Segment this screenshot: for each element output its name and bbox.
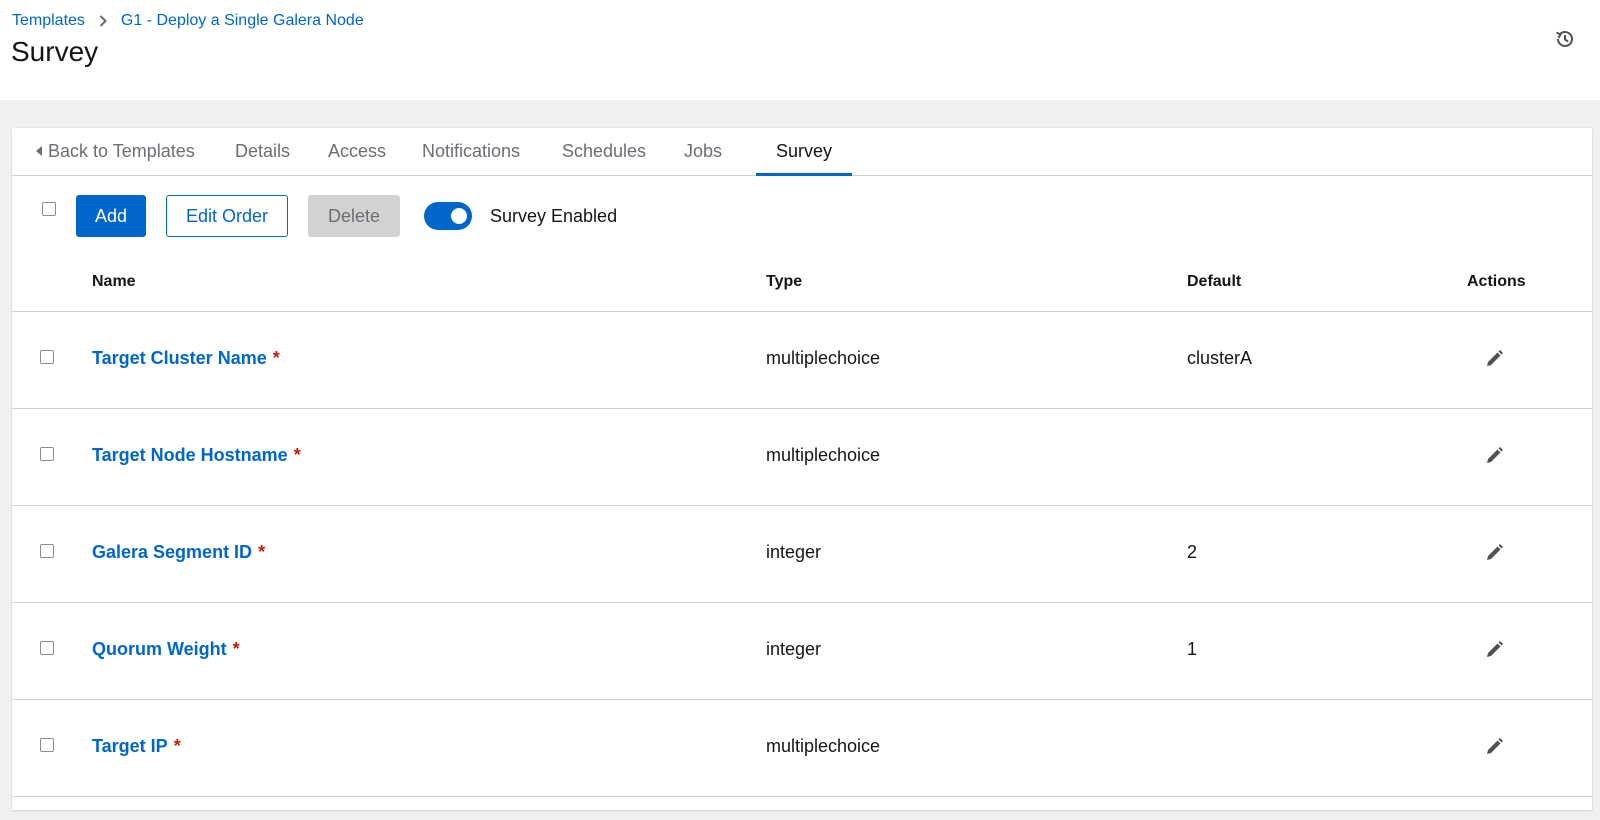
tab-bar: Back to Templates Details Access Notific… [12,128,1592,176]
add-button[interactable]: Add [76,195,146,237]
table-row: Quorum Weight * integer 1 [12,603,1592,700]
toolbar: Add Edit Order Delete Survey Enabled [12,176,1592,256]
required-asterisk: * [293,445,301,465]
tab-label: Back to Templates [48,141,195,161]
chevron-right-icon [99,15,107,27]
tab-back-to-templates[interactable]: Back to Templates [36,128,195,176]
table-header: Name Type Default Actions [12,256,1592,312]
delete-button[interactable]: Delete [308,195,400,237]
required-asterisk: * [258,542,266,562]
breadcrumb: Templates G1 - Deploy a Single Galera No… [12,12,364,30]
tab-details[interactable]: Details [235,128,290,176]
table-row: Target Cluster Name * multiplechoice clus… [12,312,1592,409]
question-name-link[interactable]: Galera Segment ID * [92,542,265,563]
pencil-edit-icon[interactable] [1484,446,1504,466]
required-asterisk: * [232,639,240,659]
edit-order-button[interactable]: Edit Order [166,195,288,237]
question-type: multiplechoice [766,736,881,756]
question-name-link[interactable]: Quorum Weight * [92,639,240,660]
toggle-knob [451,208,467,224]
tab-notifications[interactable]: Notifications [422,128,520,176]
table-row: Galera Segment ID * integer 2 [12,506,1592,603]
pencil-edit-icon[interactable] [1484,640,1504,660]
required-asterisk: * [272,348,280,368]
question-type: integer [766,542,822,562]
column-header-name[interactable]: Name [92,273,136,291]
breadcrumb-templates-link[interactable]: Templates [12,12,85,30]
required-asterisk: * [173,736,181,756]
survey-enabled-label: Survey Enabled [490,206,618,226]
table-row: Target IP * multiplechoice [12,700,1592,797]
row-checkbox[interactable] [40,447,54,461]
question-default: 2 [1187,542,1198,562]
caret-left-icon [36,146,42,156]
breadcrumb-template-link[interactable]: G1 - Deploy a Single Galera Node [121,12,364,30]
row-checkbox[interactable] [40,350,54,364]
row-checkbox[interactable] [40,641,54,655]
question-type: multiplechoice [766,348,881,368]
question-name-link[interactable]: Target IP * [92,736,181,757]
survey-enabled-toggle[interactable] [424,202,472,230]
tab-survey[interactable]: Survey [756,128,852,176]
page-title: Survey [11,36,99,67]
pencil-edit-icon[interactable] [1484,737,1504,757]
tab-access[interactable]: Access [328,128,386,176]
row-checkbox[interactable] [40,738,54,752]
question-default: clusterA [1187,348,1253,368]
column-header-type[interactable]: Type [766,273,802,291]
pencil-edit-icon[interactable] [1484,349,1504,369]
table-row: Target Node Hostname * multiplechoice [12,409,1592,506]
question-default: 1 [1187,639,1198,659]
question-name-link[interactable]: Target Cluster Name * [92,348,280,369]
question-type: multiplechoice [766,445,881,465]
tab-schedules[interactable]: Schedules [562,128,646,176]
page-header: Templates G1 - Deploy a Single Galera No… [0,0,1600,100]
pencil-edit-icon[interactable] [1484,543,1504,563]
tab-jobs[interactable]: Jobs [684,128,722,176]
column-header-actions: Actions [1467,273,1526,290]
history-icon[interactable] [1554,28,1576,50]
row-checkbox[interactable] [40,544,54,558]
question-name-link[interactable]: Target Node Hostname * [92,445,301,466]
survey-card: Back to Templates Details Access Notific… [12,128,1592,810]
question-type: integer [766,639,822,659]
column-header-default[interactable]: Default [1187,273,1241,291]
select-all-checkbox[interactable] [42,202,56,216]
